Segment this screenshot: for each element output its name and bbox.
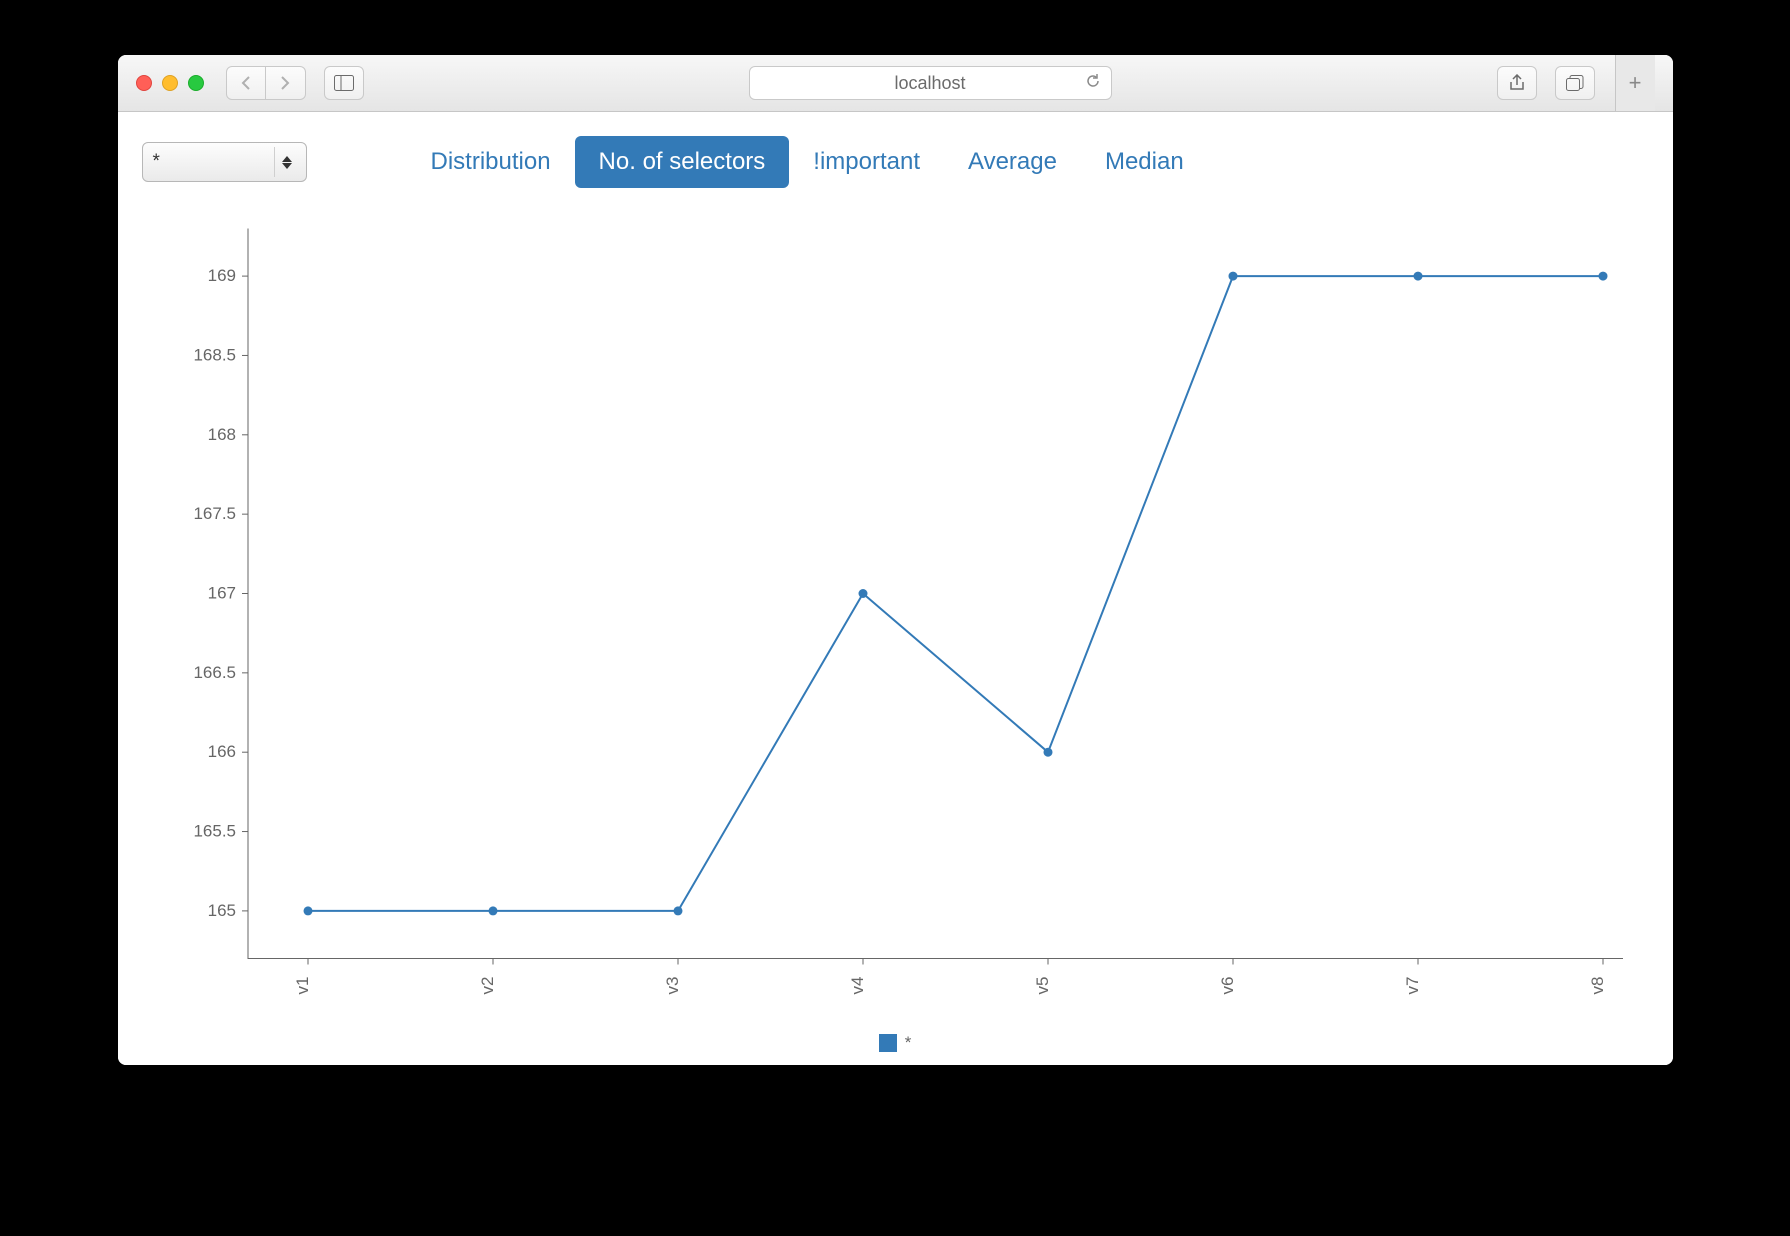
titlebar: localhost +	[118, 55, 1673, 112]
zoom-window-button[interactable]	[188, 75, 204, 91]
legend-swatch	[879, 1034, 897, 1052]
share-icon	[1509, 74, 1525, 92]
page-toolbar: * DistributionNo. of selectors!important…	[138, 132, 1653, 206]
svg-text:v2: v2	[478, 977, 497, 995]
back-button[interactable]	[226, 66, 266, 100]
tab-distribution[interactable]: Distribution	[407, 136, 575, 188]
svg-text:168: 168	[207, 425, 235, 444]
svg-text:165: 165	[207, 901, 235, 920]
url-text: localhost	[894, 73, 965, 94]
svg-text:v1: v1	[293, 977, 312, 995]
address-bar[interactable]: localhost	[749, 66, 1112, 100]
svg-text:v3: v3	[663, 977, 682, 995]
svg-text:169: 169	[207, 266, 235, 285]
chevron-right-icon	[279, 75, 291, 91]
close-window-button[interactable]	[136, 75, 152, 91]
svg-text:168.5: 168.5	[193, 345, 236, 364]
tab-median[interactable]: Median	[1081, 136, 1208, 188]
window-traffic-lights	[136, 75, 204, 91]
nav-back-forward-group	[226, 66, 306, 100]
tabs-overview-button[interactable]	[1555, 66, 1595, 100]
selector-dropdown[interactable]: *	[142, 142, 307, 182]
chart-legend: *	[138, 1031, 1653, 1065]
reload-button[interactable]	[1085, 73, 1101, 94]
svg-text:165.5: 165.5	[193, 822, 236, 841]
tabs-icon	[1566, 75, 1584, 91]
svg-text:166: 166	[207, 742, 235, 761]
tab-average[interactable]: Average	[944, 136, 1081, 188]
svg-text:v4: v4	[848, 977, 867, 995]
forward-button[interactable]	[266, 66, 306, 100]
metric-tabs: DistributionNo. of selectors!importantAv…	[407, 136, 1208, 188]
legend-label: *	[905, 1033, 912, 1053]
svg-text:v8: v8	[1588, 977, 1607, 995]
page-content: * DistributionNo. of selectors!important…	[118, 112, 1673, 1065]
sidebar-icon	[334, 75, 354, 91]
share-button[interactable]	[1497, 66, 1537, 100]
selector-value: *	[153, 151, 160, 173]
svg-text:v5: v5	[1033, 977, 1052, 995]
svg-text:v6: v6	[1218, 977, 1237, 995]
tab--important[interactable]: !important	[789, 136, 944, 188]
chart-area: 165 165.5 166 166.5 167 167.5 168 168.5 169 v1 v2 v…	[138, 206, 1653, 1031]
reload-icon	[1085, 73, 1101, 89]
svg-text:167.5: 167.5	[193, 504, 236, 523]
line-chart: 165 165.5 166 166.5 167 167.5 168 168.5 169 v1 v2 v…	[138, 206, 1653, 1031]
minimize-window-button[interactable]	[162, 75, 178, 91]
tab-no-of-selectors[interactable]: No. of selectors	[575, 136, 790, 188]
sidebar-toggle-button[interactable]	[324, 66, 364, 100]
new-tab-button[interactable]: +	[1615, 55, 1655, 111]
svg-text:167: 167	[207, 584, 235, 603]
dropdown-caret-icon	[274, 147, 300, 177]
chevron-left-icon	[240, 75, 252, 91]
svg-text:166.5: 166.5	[193, 663, 236, 682]
browser-window: localhost + *	[118, 55, 1673, 1065]
svg-text:v7: v7	[1403, 977, 1422, 995]
